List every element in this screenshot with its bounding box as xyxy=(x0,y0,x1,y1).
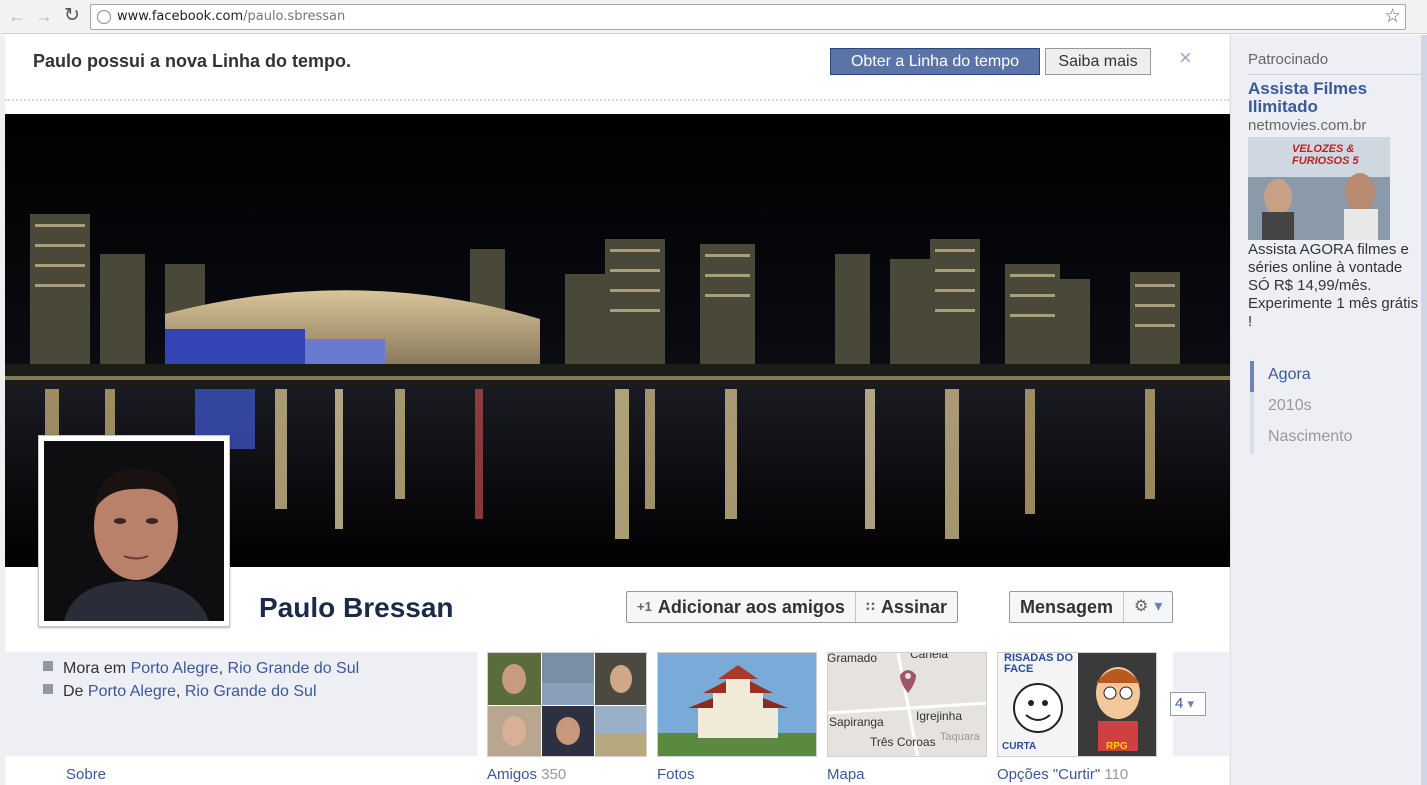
options-button[interactable]: ⚙ ▾ xyxy=(1123,592,1172,622)
from-state-link[interactable]: Rio Grande do Sul xyxy=(185,683,317,700)
photos-image xyxy=(658,653,816,756)
chevron-down-icon: ▾ xyxy=(1187,696,1195,711)
about-box: Mora em Porto Alegre, Rio Grande do Sul … xyxy=(5,652,477,756)
ad-poster-text: VELOZES & FURIOSOS 5 xyxy=(1292,143,1359,167)
timeline-banner: Paulo possui a nova Linha do tempo. Obte… xyxy=(5,35,1229,101)
lives-city-link[interactable]: Porto Alegre xyxy=(131,660,219,677)
map-place-gramado: Gramado xyxy=(827,652,878,665)
add-friend-label: Adicionar aos amigos xyxy=(657,597,845,617)
add-friend-button[interactable]: +1 Adicionar aos amigos xyxy=(627,592,855,622)
lives-in: Mora em Porto Alegre, Rio Grande do Sul xyxy=(43,660,359,678)
home-icon xyxy=(43,661,53,671)
about-link[interactable]: Sobre xyxy=(66,766,106,783)
map-place-sapiranga: Sapiranga xyxy=(829,715,884,729)
likes-count: 110 xyxy=(1104,766,1129,783)
scrollbar[interactable] xyxy=(1421,35,1427,785)
ad-domain: netmovies.com.br xyxy=(1248,117,1367,134)
learn-more-button[interactable]: Saiba mais xyxy=(1045,48,1151,75)
browser-toolbar: ← → ↻ www.facebook.com/paulo.sbressan ☆ xyxy=(0,0,1427,34)
friends-label[interactable]: Amigos 350 xyxy=(487,766,566,783)
ad-title-link[interactable]: Assista Filmes Ilimitado xyxy=(1248,80,1418,116)
map-place-canela: Canela xyxy=(910,652,949,661)
subscribe-button[interactable]: ∷ Assinar xyxy=(854,592,957,622)
friends-grid xyxy=(488,653,646,756)
photos-label[interactable]: Fotos xyxy=(657,766,695,783)
likes-tile[interactable]: RISADAS DO FACE CURTA RPG xyxy=(997,652,1157,757)
rss-icon: ∷ xyxy=(865,599,875,614)
back-icon[interactable]: ← xyxy=(6,5,28,27)
subscribe-label: Assinar xyxy=(880,597,947,617)
forward-icon[interactable]: → xyxy=(33,5,55,27)
sponsored-header: Patrocinado xyxy=(1248,51,1329,68)
friend-actions: +1 Adicionar aos amigos ∷ Assinar xyxy=(626,591,958,623)
lives-state-link[interactable]: Rio Grande do Sul xyxy=(228,660,360,677)
likes-logo-curta: CURTA xyxy=(1002,741,1037,752)
profile-name: Paulo Bressan xyxy=(259,592,454,623)
url-text[interactable]: www.facebook.com/paulo.sbressan xyxy=(117,9,345,24)
from-city-link[interactable]: Porto Alegre xyxy=(88,683,176,700)
sponsored-divider xyxy=(1248,74,1424,75)
timeline-nav: Agora 2010s Nascimento xyxy=(1250,361,1352,454)
profile-picture[interactable] xyxy=(38,435,230,627)
likes-logo-rpg: RPG xyxy=(1106,741,1128,752)
get-timeline-button[interactable]: Obter a Linha do tempo xyxy=(830,48,1040,75)
timeline-item-agora[interactable]: Agora xyxy=(1250,361,1352,392)
globe-icon xyxy=(97,10,111,24)
map-label[interactable]: Mapa xyxy=(827,766,865,783)
message-actions: Mensagem ⚙ ▾ xyxy=(1009,591,1174,623)
profile-photo xyxy=(44,441,224,621)
page: Paulo possui a nova Linha do tempo. Obte… xyxy=(0,35,1427,785)
friends-count: 350 xyxy=(541,766,567,783)
banner-text: Paulo possui a nova Linha do tempo. xyxy=(33,51,352,71)
timeline-item-2010s[interactable]: 2010s xyxy=(1250,392,1352,423)
ad-image[interactable]: VELOZES & FURIOSOS 5 xyxy=(1248,137,1390,240)
map-place-tres-coroas: Três Coroas xyxy=(870,735,936,749)
add-friend-icon: +1 xyxy=(637,599,652,614)
address-bar[interactable]: www.facebook.com/paulo.sbressan ☆ xyxy=(90,4,1406,30)
info-strip: Mora em Porto Alegre, Rio Grande do Sul … xyxy=(5,652,1229,785)
more-apps-button[interactable]: 4 ▾ xyxy=(1170,692,1206,716)
friends-tile[interactable] xyxy=(487,652,647,757)
map-place-taquara: Taquara xyxy=(940,731,980,743)
more-count: 4 xyxy=(1175,695,1184,712)
likes-logo-text: RISADAS DO FACE xyxy=(1004,652,1074,675)
photos-tile[interactable] xyxy=(657,652,817,757)
chevron-down-icon: ▾ xyxy=(1154,598,1163,615)
likes-label[interactable]: Opções "Curtir" 110 xyxy=(997,766,1128,783)
map-place-igrejinha: Igrejinha xyxy=(916,709,963,723)
close-icon[interactable]: × xyxy=(1179,45,1192,71)
from-place: De Porto Alegre, Rio Grande do Sul xyxy=(43,683,317,701)
ad-body: Assista AGORA filmes e séries online à v… xyxy=(1248,241,1419,330)
gear-icon: ⚙ xyxy=(1134,598,1149,615)
map-tile[interactable]: Gramado Canela Sapiranga Igrejinha Três … xyxy=(827,652,987,757)
right-sidebar: Patrocinado Assista Filmes Ilimitado net… xyxy=(1230,35,1427,785)
star-icon[interactable]: ☆ xyxy=(1384,5,1401,28)
message-button[interactable]: Mensagem xyxy=(1010,592,1123,622)
timeline-item-nascimento[interactable]: Nascimento xyxy=(1250,423,1352,454)
reload-icon[interactable]: ↻ xyxy=(61,5,83,27)
main-column: Paulo possui a nova Linha do tempo. Obte… xyxy=(5,35,1230,785)
house-icon xyxy=(43,684,53,694)
